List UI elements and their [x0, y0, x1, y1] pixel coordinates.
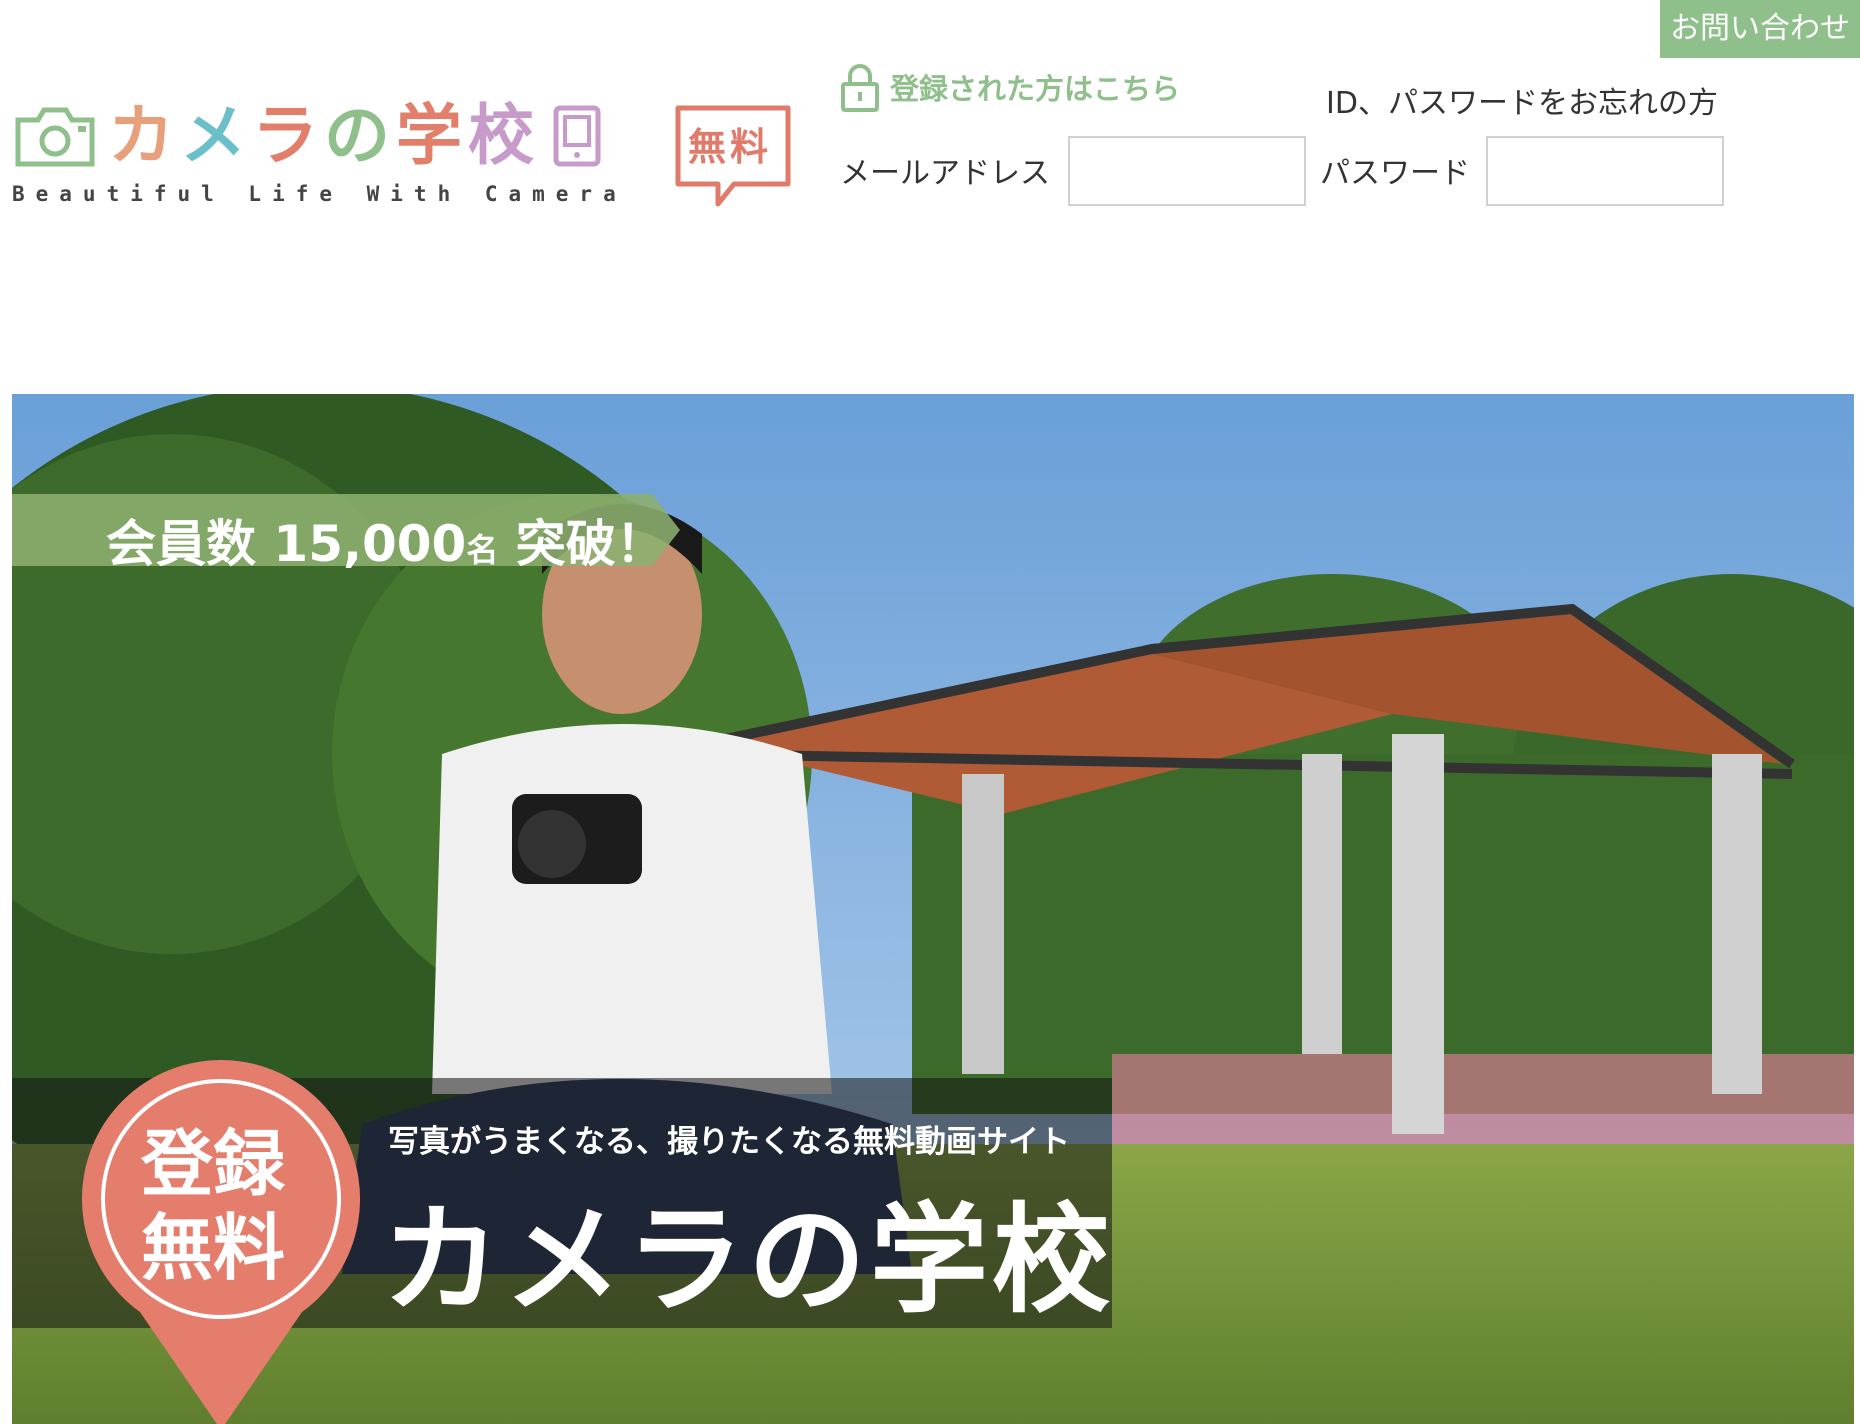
member-login-label: 登録された方はこちら: [890, 72, 1181, 106]
logo-title: カ メ ラ の 学 校: [12, 100, 602, 172]
members-suffix: 突破！: [498, 515, 666, 573]
camera-icon: [15, 107, 95, 167]
members-count: 会員数 15,000: [106, 515, 467, 573]
members-count-text: 会員数 15,000名 突破！: [106, 504, 666, 576]
logo-subtitle: Beautiful Life With Camera: [12, 182, 627, 206]
free-badge-label: 無料: [688, 125, 773, 169]
forgot-password-link[interactable]: ID、パスワードをお忘れの方: [1326, 78, 1718, 122]
logo-char: ラ: [252, 97, 318, 174]
free-badge: 無料: [674, 104, 792, 212]
hero-tagline: 写真がうまくなる、撮りたくなる無料動画サイト: [388, 1124, 1070, 1160]
lock-icon: [841, 64, 879, 112]
contact-button[interactable]: お問い合わせ: [1660, 0, 1860, 58]
password-label: パスワード: [1320, 156, 1470, 191]
member-login-link[interactable]: 登録された方はこちら: [840, 62, 1180, 112]
logo-char: 学: [396, 97, 462, 174]
email-field[interactable]: [1068, 136, 1306, 206]
logo-char: 校: [468, 97, 534, 174]
register-free-line2: 無料: [140, 1206, 285, 1290]
register-free-line1: 登録: [140, 1122, 285, 1206]
password-field[interactable]: [1486, 136, 1724, 206]
members-unit: 名: [466, 531, 499, 569]
logo-char: カ: [108, 97, 174, 174]
hero-banner[interactable]: 会員数 15,000名 突破！ 写真がうまくなる、撮りたくなる無料動画サイト カ…: [12, 394, 1854, 1424]
site-logo[interactable]: カ メ ラ の 学 校 Beautiful Life With Camera 無…: [12, 100, 792, 210]
logo-char: の: [324, 97, 390, 174]
tablet-icon: [553, 105, 601, 167]
hero-title: カメラの学校: [382, 1191, 1115, 1329]
register-free-label: 登録 無料: [124, 1122, 302, 1290]
logo-char: メ: [180, 97, 246, 174]
email-label: メールアドレス: [840, 156, 1050, 191]
